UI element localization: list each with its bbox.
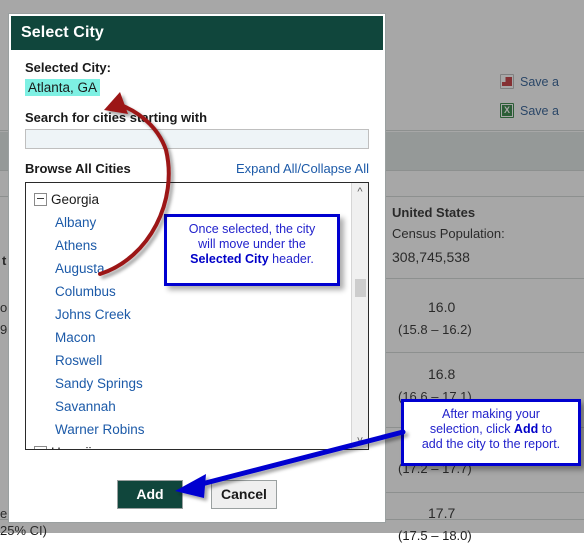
tree-city-item[interactable]: Sandy Springs — [34, 372, 350, 395]
tree-city-label: Roswell — [55, 353, 103, 368]
dialog-footer: Add Cancel — [11, 468, 383, 520]
cancel-button[interactable]: Cancel — [211, 479, 277, 509]
callout-add-button: After making your selection, click Add t… — [401, 399, 581, 466]
callout-line-1: After making your — [442, 407, 540, 421]
search-label: Search for cities starting with — [25, 110, 208, 125]
tree-scrollbar[interactable]: ^ ˅ — [351, 183, 368, 449]
callout-line-3: header. — [268, 252, 314, 266]
tree-city-label: Macon — [55, 330, 96, 345]
tree-city-item[interactable]: Roswell — [34, 349, 350, 372]
tree-city-label: Augusta — [55, 261, 105, 276]
collapse-toggle-icon[interactable] — [34, 446, 47, 449]
selected-city-label: Selected City: — [25, 60, 111, 75]
tree-city-item[interactable]: Warner Robins — [34, 418, 350, 441]
chevron-down-icon[interactable]: ˅ — [352, 432, 368, 449]
scrollbar-thumb[interactable] — [355, 279, 366, 297]
dialog-titlebar: Select City — [11, 16, 383, 50]
browse-row: Browse All Cities Expand All/Collapse Al… — [25, 161, 369, 176]
chevron-up-icon[interactable]: ^ — [352, 183, 368, 200]
callout-line-2: will move under the — [198, 237, 306, 251]
tree-city-label: Albany — [55, 215, 97, 230]
dialog-title: Select City — [21, 24, 104, 41]
browse-all-cities-label: Browse All Cities — [25, 161, 131, 176]
tree-city-label: Warner Robins — [55, 422, 145, 437]
callout-line-1: Once selected, the city — [188, 222, 316, 236]
tree-city-item[interactable]: Macon — [34, 326, 350, 349]
tree-group-label: Hawaii — [51, 445, 92, 449]
tree-city-label: Savannah — [55, 399, 116, 414]
collapse-toggle-icon[interactable] — [34, 193, 47, 206]
tree-group-hawaii: Hawaii — [34, 441, 350, 449]
tree-group-georgia: Georgia — [34, 188, 350, 211]
tree-city-label: Columbus — [55, 284, 116, 299]
add-button[interactable]: Add — [117, 479, 183, 509]
selected-city-value: Atlanta, GA — [25, 79, 101, 96]
tree-city-item[interactable]: Savannah — [34, 395, 350, 418]
tree-city-label: Sandy Springs — [55, 376, 143, 391]
callout-line-2-pre: selection, click — [429, 422, 514, 436]
callout-bold-term: Selected City — [190, 252, 269, 266]
callout-line-3: add the city to the report. — [421, 437, 561, 451]
callout-bold-term: Add — [513, 422, 539, 436]
callout-selected-city: Once selected, the city will move under … — [164, 214, 340, 286]
tree-city-label: Johns Creek — [55, 307, 131, 322]
tree-city-item[interactable]: Johns Creek — [34, 303, 350, 326]
tree-group-label: Georgia — [51, 192, 100, 207]
search-input[interactable] — [25, 129, 369, 149]
expand-collapse-all-link[interactable]: Expand All/Collapse All — [236, 161, 369, 176]
callout-line-2-post: to — [538, 422, 553, 436]
tree-city-label: Athens — [55, 238, 98, 253]
